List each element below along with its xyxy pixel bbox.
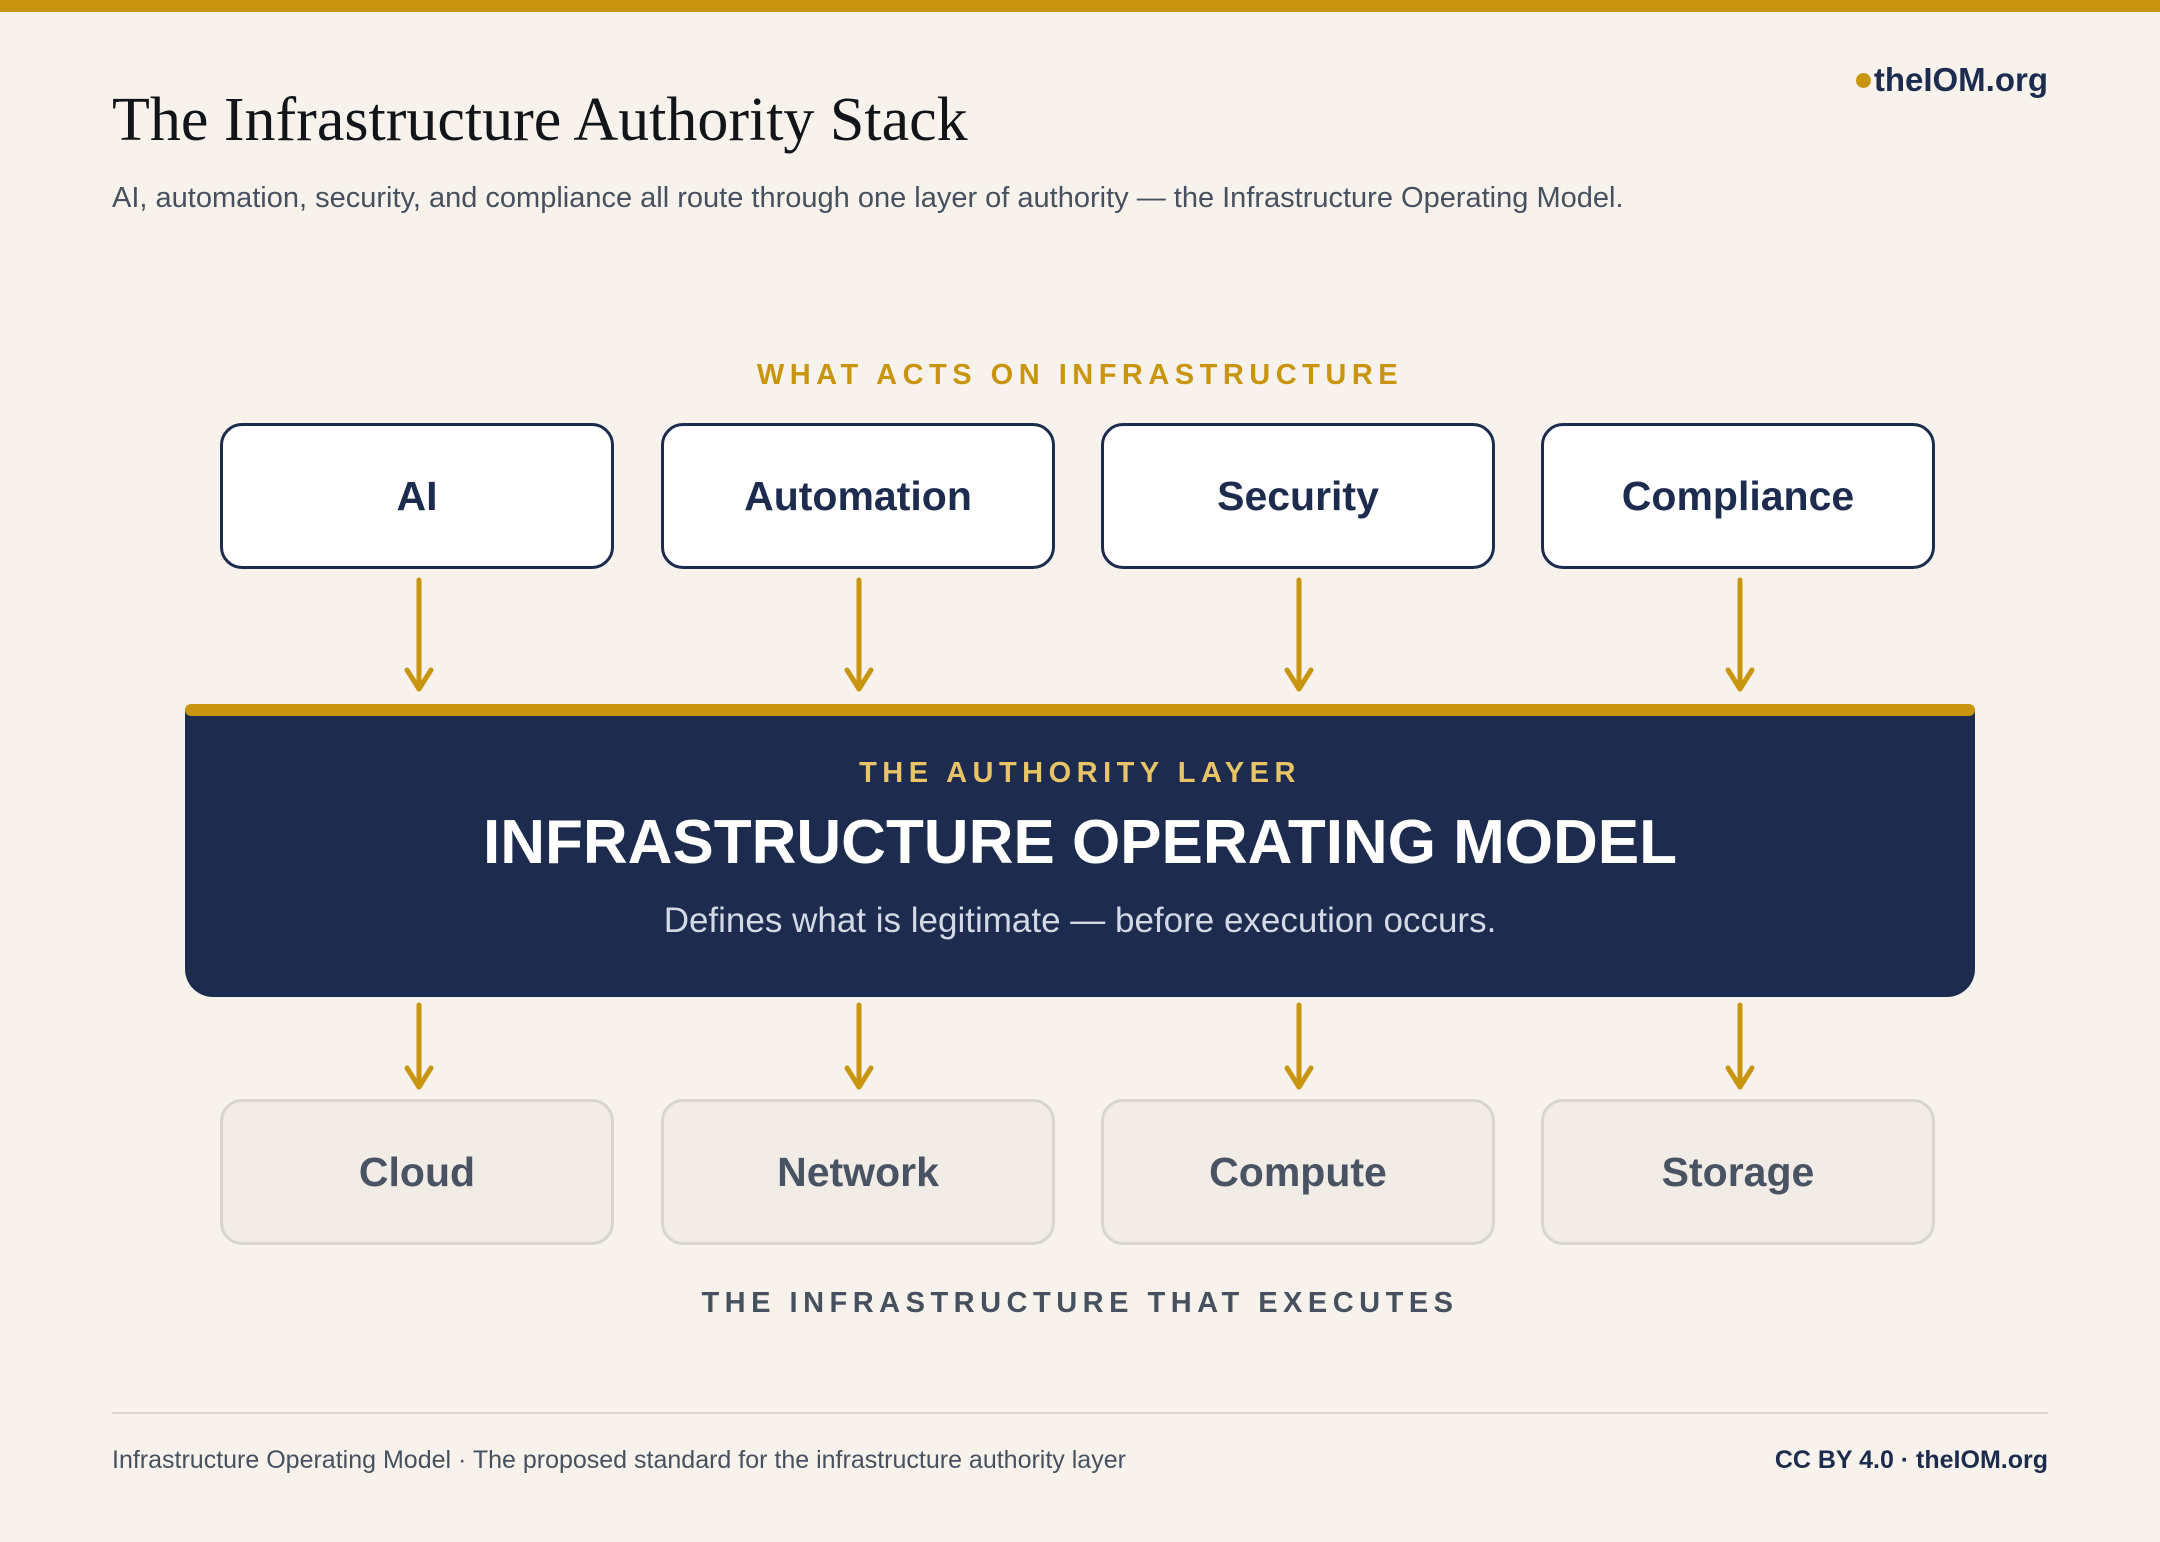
actors-section-label: WHAT ACTS ON INFRASTRUCTURE (756, 359, 1404, 391)
brand-label: theIOM.org (1873, 61, 2048, 98)
actor-box-ai: AI (220, 423, 614, 569)
infra-box-compute: Compute (1101, 1099, 1495, 1245)
authority-eyebrow: THE AUTHORITY LAYER (859, 757, 1301, 789)
arrow-down-icon (844, 1002, 874, 1090)
brand-dot-icon (1855, 72, 1871, 88)
actor-box-automation: Automation (661, 423, 1055, 569)
brand-link[interactable]: theIOM.org (1855, 60, 2048, 100)
actor-box-compliance: Compliance (1541, 423, 1935, 569)
arrow-down-icon (1284, 1002, 1314, 1090)
arrow-down-icon (1725, 577, 1755, 692)
arrow-down-icon (844, 577, 874, 692)
arrow-down-icon (404, 577, 434, 692)
authority-title: INFRASTRUCTURE OPERATING MODEL (482, 808, 1678, 877)
page-subtitle: AI, automation, security, and compliance… (112, 182, 1624, 214)
page-title: The Infrastructure Authority Stack (112, 86, 968, 154)
infrastructure-section-label: THE INFRASTRUCTURE THAT EXECUTES (701, 1287, 1459, 1319)
arrow-down-icon (1284, 577, 1314, 692)
top-accent-bar (0, 0, 2160, 12)
arrow-down-icon (404, 1002, 434, 1090)
authority-layer-panel: THE AUTHORITY LAYER INFRASTRUCTURE OPERA… (185, 709, 1975, 997)
footer-description: Infrastructure Operating Model · The pro… (112, 1446, 1126, 1474)
actor-box-security: Security (1101, 423, 1495, 569)
infra-box-cloud: Cloud (220, 1099, 614, 1245)
footer-divider (112, 1412, 2048, 1414)
arrow-down-icon (1725, 1002, 1755, 1090)
infra-box-network: Network (661, 1099, 1055, 1245)
infra-box-storage: Storage (1541, 1099, 1935, 1245)
authority-description: Defines what is legitimate — before exec… (663, 901, 1497, 940)
footer-license: CC BY 4.0 · theIOM.org (1774, 1446, 2048, 1474)
authority-accent-line (185, 704, 1975, 716)
